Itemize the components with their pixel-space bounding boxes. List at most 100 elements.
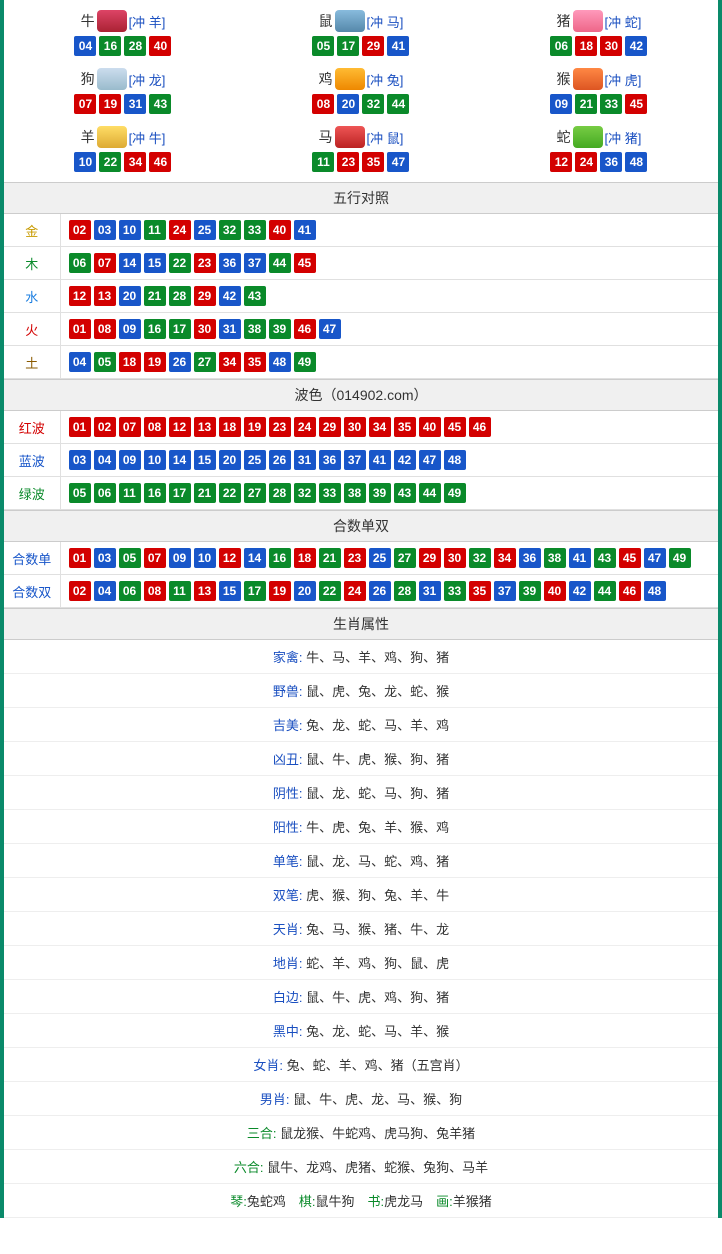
number-chip: 20 — [119, 286, 141, 306]
number-chip: 03 — [94, 548, 116, 568]
number-chip: 44 — [594, 581, 616, 601]
number-chip: 44 — [269, 253, 291, 273]
number-chip: 39 — [369, 483, 391, 503]
number-chip: 47 — [319, 319, 341, 339]
number-chip: 47 — [419, 450, 441, 470]
number-chip: 11 — [169, 581, 191, 601]
row-label: 金 — [4, 214, 60, 247]
number-chip: 37 — [344, 450, 366, 470]
attr-value: 鼠、龙、马、蛇、鸡、猪 — [306, 854, 449, 869]
number-chip: 05 — [69, 483, 91, 503]
attr-row: 吉美: 兔、龙、蛇、马、羊、鸡 — [4, 708, 718, 742]
number-chip: 21 — [144, 286, 166, 306]
number-chip: 02 — [69, 581, 91, 601]
attr-row: 天肖: 兔、马、猴、猪、牛、龙 — [4, 912, 718, 946]
number-chip: 36 — [319, 450, 341, 470]
zodiac-conflict: [冲 羊] — [129, 12, 166, 31]
row-label: 合数双 — [4, 575, 60, 608]
attr-value: 鼠牛、龙鸡、虎猪、蛇猴、兔狗、马羊 — [267, 1160, 488, 1175]
attr-row: 家禽: 牛、马、羊、鸡、狗、猪 — [4, 640, 718, 674]
attr-value: 兔蛇鸡 — [247, 1194, 286, 1209]
bose-table: 红波 0102070812131819232429303435404546 蓝波… — [4, 411, 718, 510]
number-chip: 43 — [394, 483, 416, 503]
number-chip: 13 — [194, 417, 216, 437]
zodiac-name: 猪 — [557, 11, 571, 31]
attr-value: 鼠、虎、兔、龙、蛇、猴 — [306, 684, 449, 699]
number-chip: 06 — [94, 483, 116, 503]
number-chip: 45 — [294, 253, 316, 273]
attr-value: 鼠、龙、蛇、马、狗、猪 — [306, 786, 449, 801]
number-chip: 40 — [544, 581, 566, 601]
number-chip: 35 — [362, 152, 384, 172]
attr-key: 书: — [368, 1194, 385, 1209]
attr-key: 野兽: — [273, 684, 303, 699]
zodiac-icon — [335, 126, 365, 148]
attr-row: 三合: 鼠龙猴、牛蛇鸡、虎马狗、兔羊猪 — [4, 1116, 718, 1150]
number-chip: 34 — [369, 417, 391, 437]
number-chip: 34 — [494, 548, 516, 568]
number-chip: 01 — [69, 319, 91, 339]
attr-value: 兔、龙、蛇、马、羊、鸡 — [306, 718, 449, 733]
zodiac-name: 羊 — [81, 127, 95, 147]
number-chip: 48 — [625, 152, 647, 172]
number-chip: 16 — [99, 36, 121, 56]
number-chip: 30 — [600, 36, 622, 56]
number-chip: 22 — [99, 152, 121, 172]
number-chip: 08 — [144, 417, 166, 437]
number-chip: 13 — [94, 286, 116, 306]
number-chip: 45 — [619, 548, 641, 568]
number-chip: 04 — [94, 581, 116, 601]
attr-key: 三合: — [247, 1126, 277, 1141]
row-label: 土 — [4, 346, 60, 379]
number-chip: 18 — [219, 417, 241, 437]
table-row: 合数双 020406081113151719202224262831333537… — [4, 575, 718, 608]
number-chip: 49 — [444, 483, 466, 503]
attr-value: 鼠、牛、虎、猴、狗、猪 — [306, 752, 449, 767]
number-chip: 36 — [519, 548, 541, 568]
table-row: 绿波 05061116172122272832333839434449 — [4, 477, 718, 510]
table-row: 金 02031011242532334041 — [4, 214, 718, 247]
row-label: 木 — [4, 247, 60, 280]
number-chip: 37 — [494, 581, 516, 601]
attr-value: 兔、龙、蛇、马、羊、猴 — [306, 1024, 449, 1039]
number-chip: 39 — [519, 581, 541, 601]
number-chip: 05 — [312, 36, 334, 56]
number-chip: 29 — [362, 36, 384, 56]
number-chip: 16 — [144, 319, 166, 339]
number-chip: 23 — [194, 253, 216, 273]
number-chip: 22 — [219, 483, 241, 503]
row-label: 绿波 — [4, 477, 60, 510]
number-chip: 31 — [419, 581, 441, 601]
attr-value: 牛、马、羊、鸡、狗、猪 — [306, 650, 449, 665]
zodiac-cell: 鸡 [冲 兔] 08203244 — [242, 62, 480, 120]
attr-value: 鼠龙猴、牛蛇鸡、虎马狗、兔羊猪 — [280, 1126, 475, 1141]
number-chip: 32 — [362, 94, 384, 114]
attr-row: 凶丑: 鼠、牛、虎、猴、狗、猪 — [4, 742, 718, 776]
number-chip: 24 — [575, 152, 597, 172]
attr-value: 鼠、牛、虎、鸡、狗、猪 — [306, 990, 449, 1005]
number-chip: 28 — [394, 581, 416, 601]
number-chip: 24 — [344, 581, 366, 601]
number-chip: 31 — [219, 319, 241, 339]
table-row: 土 04051819262734354849 — [4, 346, 718, 379]
number-chip: 05 — [94, 352, 116, 372]
attr-value: 羊猴猪 — [453, 1194, 492, 1209]
attr-value: 兔、马、猴、猪、牛、龙 — [306, 922, 449, 937]
attr-row: 阳性: 牛、虎、兔、羊、猴、鸡 — [4, 810, 718, 844]
number-chip: 01 — [69, 417, 91, 437]
number-chip: 41 — [294, 220, 316, 240]
attr-key: 天肖: — [273, 922, 303, 937]
number-chip: 26 — [169, 352, 191, 372]
attr-key: 男肖: — [260, 1092, 290, 1107]
number-chip: 07 — [94, 253, 116, 273]
number-chip: 14 — [169, 450, 191, 470]
number-chip: 10 — [194, 548, 216, 568]
attr-row: 黑中: 兔、龙、蛇、马、羊、猴 — [4, 1014, 718, 1048]
number-chip: 16 — [144, 483, 166, 503]
number-chip: 21 — [194, 483, 216, 503]
number-chip: 03 — [94, 220, 116, 240]
zodiac-icon — [573, 10, 603, 32]
number-chip: 41 — [387, 36, 409, 56]
number-chip: 18 — [294, 548, 316, 568]
attr-key: 双笔: — [273, 888, 303, 903]
